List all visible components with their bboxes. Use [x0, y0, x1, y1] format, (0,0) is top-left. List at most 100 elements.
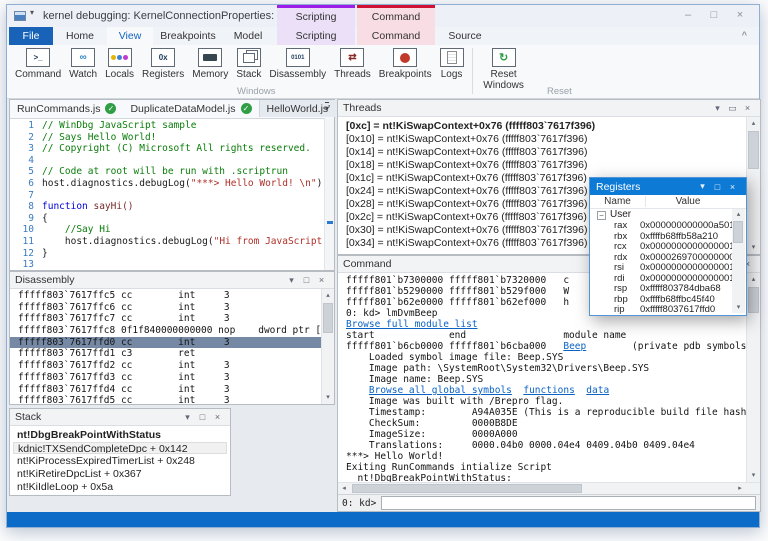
panel-maximize-icon[interactable]: □: [299, 273, 314, 288]
ribbon-button-breakpoints[interactable]: Breakpoints: [375, 47, 436, 80]
disassembly-row[interactable]: fffff803`7617ffc8 0f1f840000000000 nop d…: [10, 325, 321, 337]
disassembly-row[interactable]: fffff803`7617ffd4 cc int 3: [10, 384, 321, 396]
panel-menu-icon[interactable]: ▾: [284, 273, 299, 288]
ribbon-button-watch[interactable]: ∞Watch: [65, 47, 101, 80]
thread-row[interactable]: [0x14] = nt!KiSwapContext+0x76 (fffff803…: [338, 146, 746, 159]
ribbon-button-reset-windows[interactable]: ↻Reset Windows: [477, 47, 531, 91]
panel-menu-icon[interactable]: ▾: [180, 410, 195, 425]
ribbon-tab-command[interactable]: Command: [357, 27, 435, 45]
register-row[interactable]: rsi0x0000000000000001: [590, 263, 732, 274]
ribbon-collapse-icon[interactable]: ^: [742, 30, 747, 40]
scroll-right-button[interactable]: ▸: [734, 483, 746, 494]
command-link[interactable]: Browse full module list: [346, 319, 478, 330]
command-link[interactable]: Browse all global symbols: [369, 385, 512, 396]
editor-code-area[interactable]: 1// WinDbg JavaScript sample2// Says Hel…: [10, 118, 325, 270]
registers-title-bar[interactable]: Registers ▾ □ ×: [590, 178, 746, 195]
register-row[interactable]: rsp0xfffff803784dba68: [590, 284, 732, 295]
minimize-button[interactable]: –: [675, 6, 701, 24]
panel-menu-icon[interactable]: ▾: [710, 101, 725, 116]
panel-close-icon[interactable]: ×: [725, 182, 740, 192]
panel-maximize-icon[interactable]: □: [710, 182, 725, 192]
disassembly-row[interactable]: fffff803`7617ffc7 cc int 3: [10, 313, 321, 325]
disassembly-title-bar[interactable]: Disassembly ▾ □ ×: [10, 272, 334, 289]
thread-row[interactable]: [0x10] = nt!KiSwapContext+0x76 (fffff803…: [338, 133, 746, 146]
thread-row[interactable]: [0x18] = nt!KiSwapContext+0x76 (fffff803…: [338, 159, 746, 172]
scroll-up-button[interactable]: ▴: [732, 209, 745, 220]
registers-scrollbar[interactable]: ▴ ▾: [732, 209, 745, 313]
panel-close-icon[interactable]: ×: [210, 410, 225, 425]
ribbon-button-registers[interactable]: 0xRegisters: [138, 47, 188, 80]
scrollbar-thumb[interactable]: [748, 131, 759, 169]
threads-title-bar[interactable]: Threads ▾ ▭ ×: [338, 100, 760, 117]
editor-scrollbar[interactable]: [324, 118, 334, 270]
disassembly-row[interactable]: fffff803`7617ffc6 cc int 3: [10, 302, 321, 314]
ribbon-tab-file[interactable]: File: [9, 27, 53, 45]
disassembly-row[interactable]: fffff803`7617ffd2 cc int 3: [10, 360, 321, 372]
scroll-down-button[interactable]: ▾: [747, 469, 760, 482]
column-name[interactable]: Name: [590, 196, 646, 207]
threads-scrollbar[interactable]: ▴ ▾: [746, 117, 760, 254]
ribbon-button-logs[interactable]: Logs: [436, 47, 468, 80]
scroll-up-button[interactable]: ▴: [322, 289, 334, 302]
ribbon-tab-home[interactable]: Home: [53, 27, 107, 45]
title-bar[interactable]: ▾ kernel debugging: KernelConnectionProp…: [7, 5, 759, 27]
disassembly-row[interactable]: fffff803`7617ffd1 c3 ret: [10, 348, 321, 360]
scroll-down-button[interactable]: ▾: [747, 241, 760, 254]
panel-menu-icon[interactable]: ▾: [695, 181, 710, 192]
ribbon-button-locals[interactable]: Locals: [101, 47, 138, 80]
close-button[interactable]: ×: [727, 6, 753, 24]
ribbon-tab-model[interactable]: Model: [223, 27, 273, 45]
editor-tab-runcommands-js[interactable]: RunCommands.js✓: [10, 100, 123, 117]
command-link[interactable]: Beep: [563, 341, 586, 352]
stack-frame[interactable]: nt!KiIdleLoop + 0x5a: [13, 481, 227, 493]
thread-row[interactable]: [0xc] = nt!KiSwapContext+0x76 (fffff803`…: [338, 120, 746, 133]
ribbon-button-memory[interactable]: Memory: [188, 47, 232, 80]
register-row[interactable]: rax0x000000000000a501: [590, 221, 732, 232]
register-row[interactable]: rcx0x0000000000000001: [590, 242, 732, 253]
scroll-up-button[interactable]: ▴: [747, 117, 760, 130]
disassembly-row[interactable]: fffff803`7617ffd5 cc int 3: [10, 395, 321, 404]
stack-frame[interactable]: nt!DbgBreakPointWithStatus: [13, 429, 227, 441]
ribbon-button-threads[interactable]: ⇄Threads: [330, 47, 375, 80]
command-horizontal-scrollbar[interactable]: ◂ ▸: [338, 482, 746, 494]
scroll-down-button[interactable]: ▾: [732, 302, 745, 313]
register-row[interactable]: rip0xfffff8037617ffd0: [590, 305, 732, 314]
command-link[interactable]: functions: [523, 385, 574, 396]
stack-frame[interactable]: nt!KiProcessExpiredTimerList + 0x248: [13, 455, 227, 467]
scrollbar-thumb[interactable]: [323, 303, 333, 333]
scroll-up-button[interactable]: ▴: [747, 273, 760, 286]
scroll-left-button[interactable]: ◂: [338, 483, 350, 494]
scrollbar-thumb[interactable]: [352, 484, 582, 493]
disassembly-row[interactable]: fffff803`7617ffd0 cc int 3: [10, 337, 321, 349]
stack-title-bar[interactable]: Stack ▾ □ ×: [10, 409, 230, 426]
scrollbar-thumb[interactable]: [748, 287, 759, 313]
panel-pin-icon[interactable]: ▭: [725, 101, 740, 116]
disassembly-row[interactable]: fffff803`7617ffc5 cc int 3: [10, 290, 321, 302]
ribbon-button-command[interactable]: >_Command: [11, 47, 65, 80]
column-value[interactable]: Value: [646, 196, 730, 207]
scrollbar-thumb[interactable]: [733, 221, 743, 243]
editor-tab-duplicatedatamodel-js[interactable]: DuplicateDataModel.js✓: [123, 100, 258, 117]
command-vertical-scrollbar[interactable]: ▴ ▾: [746, 273, 760, 482]
ribbon-button-disassembly[interactable]: 0101Disassembly: [265, 47, 330, 80]
scrollbar-track[interactable]: [350, 483, 734, 494]
stack-frame[interactable]: nt!KiRetireDpcList + 0x367: [13, 468, 227, 480]
ribbon-tab-view[interactable]: View: [107, 27, 153, 45]
panel-close-icon[interactable]: ×: [314, 273, 329, 288]
ribbon-button-stack[interactable]: Stack: [232, 47, 265, 80]
scroll-down-button[interactable]: ▾: [322, 391, 334, 404]
maximize-button[interactable]: □: [701, 6, 727, 24]
ribbon-tab-source[interactable]: Source: [437, 27, 493, 45]
tab-overflow-icon[interactable]: ▾: [325, 102, 329, 114]
disassembly-row[interactable]: fffff803`7617ffd3 cc int 3: [10, 372, 321, 384]
command-link[interactable]: data: [586, 385, 609, 396]
ribbon-tab-scripting[interactable]: Scripting: [277, 27, 355, 45]
collapse-toggle-icon[interactable]: −: [597, 211, 606, 220]
app-menu-caret-icon[interactable]: ▾: [30, 8, 34, 17]
ribbon-tab-breakpoints[interactable]: Breakpoints: [153, 27, 223, 45]
command-input[interactable]: [381, 496, 756, 510]
disassembly-scrollbar[interactable]: ▴ ▾: [321, 289, 334, 404]
panel-close-icon[interactable]: ×: [740, 101, 755, 116]
panel-maximize-icon[interactable]: □: [195, 410, 210, 425]
stack-frame[interactable]: kdnic!TXSendCompleteDpc + 0x142: [13, 442, 227, 454]
